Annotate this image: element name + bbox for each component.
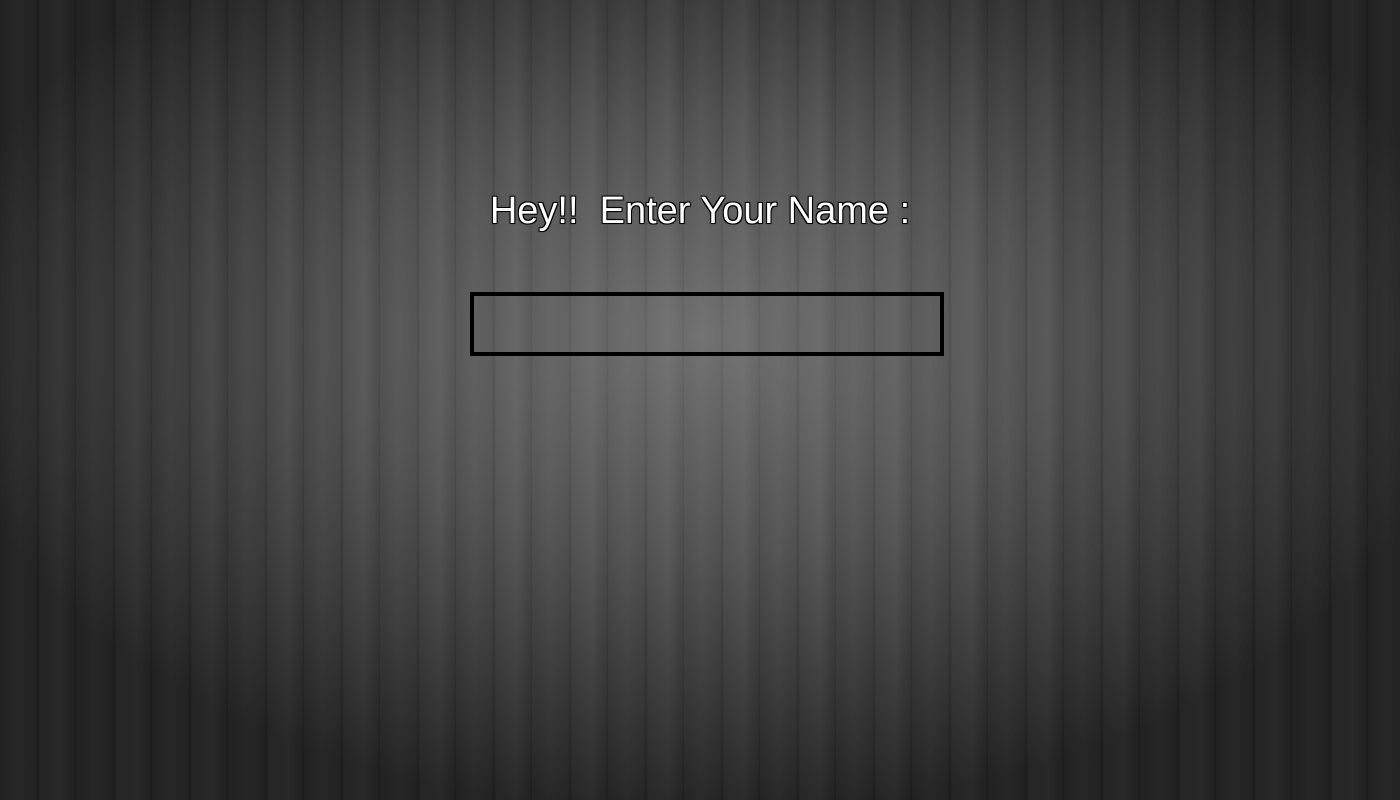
prompt-heading: Hey!! Enter Your Name : xyxy=(489,190,911,232)
name-input[interactable] xyxy=(470,292,944,356)
